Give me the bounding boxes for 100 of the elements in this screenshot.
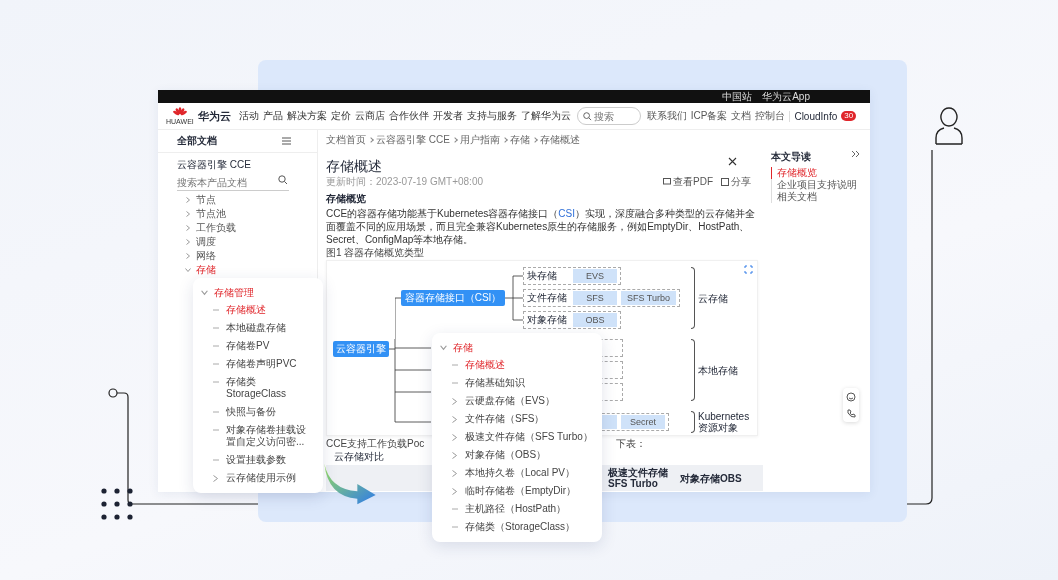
nav-link[interactable]: 文档 — [731, 109, 752, 123]
toc-title: 本文导读 — [771, 150, 811, 164]
menu-item[interactable]: 主机路径（HostPath） — [440, 500, 594, 518]
breadcrumb-link[interactable]: 存储 — [509, 133, 530, 147]
nav-item[interactable]: 支持与服务 — [466, 109, 517, 123]
dash-icon — [213, 459, 219, 461]
diagram-chip: SFS — [573, 291, 617, 305]
menu-item[interactable]: 存储基础知识 — [440, 374, 594, 392]
nav-link[interactable]: ICP备案 — [690, 109, 728, 123]
csi-link[interactable]: CSI — [558, 208, 575, 219]
diagram-chip: Secret — [621, 415, 665, 429]
petal-logo-icon — [171, 106, 188, 118]
menu-item[interactable]: 存储概述 — [201, 301, 315, 319]
dash-icon — [452, 364, 458, 366]
table-caption: 云存储对比 — [334, 451, 384, 463]
close-icon[interactable] — [728, 157, 737, 166]
fullscreen-icon[interactable] — [744, 265, 753, 274]
brace-label: 云存储 — [698, 292, 729, 304]
sidebar-item[interactable]: 网络 — [177, 248, 317, 263]
sidebar-item[interactable]: 存储 — [177, 262, 317, 277]
menu-item[interactable]: 文件存储（SFS） — [440, 410, 594, 428]
chevron-down-icon — [185, 266, 191, 273]
breadcrumb-link[interactable]: 存储概述 — [539, 133, 580, 147]
top-link[interactable]: 华为云App — [762, 90, 810, 103]
nav-item[interactable]: 合作伙伴 — [388, 109, 429, 123]
nav-item[interactable]: 解决方案 — [286, 109, 327, 123]
paragraph: CCE的容器存储功能基于Kubernetes容器存储接口（CSI）实现，深度融合多种类型的云存储并全面覆盖不同的应用场景，而且完全兼容Kubernetes原生的存储服务，例如EmptyDir、HostPath、Secret、ConfigMap等本地存储。 — [326, 207, 756, 246]
toc-item[interactable]: 存储概览 — [771, 167, 870, 179]
menu-item[interactable]: 本地持久卷（Local PV） — [440, 464, 594, 482]
menu-heading[interactable]: 存储 — [440, 339, 594, 356]
menu-item[interactable]: 本地磁盘存储 — [201, 319, 315, 337]
nav-item[interactable]: 产品 — [262, 109, 283, 123]
curved-arrow-icon — [322, 462, 378, 506]
nav-link[interactable]: 联系我们 — [646, 109, 687, 123]
chevron-down-icon — [201, 289, 208, 296]
section-heading: 存储概览 — [326, 193, 367, 205]
search-field[interactable]: 搜索 — [576, 107, 641, 125]
toc-item[interactable]: 相关文档 — [771, 191, 870, 203]
menu-heading[interactable]: 存储管理 — [201, 284, 315, 301]
sidebar-item[interactable]: 节点池 — [177, 206, 317, 221]
menu-item[interactable]: 设置挂载参数 — [201, 451, 315, 469]
brace-label: Kubernetes资源对象 — [698, 411, 751, 433]
diagram-chip: OBS — [573, 313, 617, 327]
product-title: 云容器引擎 CCE — [177, 158, 252, 172]
toc-item[interactable]: 企业项目支持说明 — [771, 179, 870, 191]
breadcrumb-link[interactable]: 文档首页 — [326, 133, 366, 147]
top-link[interactable]: 中国站 — [722, 90, 753, 103]
search-icon — [582, 112, 592, 121]
chevron-right-icon — [452, 397, 457, 405]
menu-item[interactable]: 对象存储（OBS） — [440, 446, 594, 464]
chevron-right-icon — [452, 415, 457, 423]
nav-link[interactable]: 控制台 — [755, 109, 786, 123]
nav-item[interactable]: 定价 — [330, 109, 351, 123]
article-title: 存储概述 — [326, 158, 382, 175]
search-field[interactable]: 搜索本产品文档 — [177, 175, 289, 191]
notification-badge: 30 — [841, 111, 857, 121]
document-icon — [663, 178, 671, 186]
article-action[interactable]: 查看PDF — [663, 175, 713, 189]
dash-icon — [452, 526, 458, 528]
dot-grid-icon — [100, 487, 134, 521]
menu-item[interactable]: 云存储使用示例 — [201, 469, 315, 487]
menu-item[interactable]: 快照与备份 — [201, 403, 315, 421]
article-action[interactable]: 分享 — [721, 175, 751, 189]
dash-icon — [213, 429, 219, 431]
breadcrumb-link[interactable]: 云容器引擎 CCE — [376, 133, 450, 147]
nav-item[interactable]: 开发者 — [432, 109, 463, 123]
menu-item[interactable]: 存储卷PV — [201, 337, 315, 355]
smiley-icon[interactable] — [846, 391, 856, 402]
brace-label: 本地存储 — [698, 364, 739, 376]
table-header-cell-text: 对象存储OBS — [680, 472, 743, 484]
breadcrumb-link[interactable]: 用户指南 — [459, 133, 500, 147]
diagram-node: 容器存储接口（CSI） — [401, 290, 505, 306]
dash-icon — [213, 411, 219, 413]
nav-item[interactable]: 了解华为云 — [520, 109, 571, 123]
menu-item[interactable]: 存储卷声明PVC — [201, 355, 315, 373]
menu-item[interactable]: 临时存储卷（EmptyDir） — [440, 482, 594, 500]
person-outline-icon — [932, 106, 966, 146]
user-menu[interactable]: CloudInfo — [789, 110, 838, 122]
nav-item[interactable]: 云商店 — [354, 109, 385, 123]
menu-item[interactable]: 存储概述 — [440, 356, 594, 374]
update-time: 更新时间：2023-07-19 GMT+08:00 — [326, 175, 483, 189]
group-label: 文件存储 — [527, 291, 568, 305]
sidebar-item[interactable]: 节点 — [177, 192, 317, 207]
chevron-down-icon — [440, 344, 447, 351]
body-text: 下表： — [616, 438, 646, 450]
menu-item[interactable]: 云硬盘存储（EVS） — [440, 392, 594, 410]
menu-item[interactable]: 对象存储卷挂载设置自定义访问密... — [201, 421, 315, 451]
menu-item[interactable]: 存储类（StorageClass） — [440, 518, 594, 536]
nav-item[interactable]: 活动 — [238, 109, 259, 123]
double-chevron-icon[interactable] — [851, 150, 860, 158]
menu-item[interactable]: 存储类StorageClass — [201, 373, 315, 403]
diagram-node: 云容器引擎 — [333, 341, 389, 357]
sidebar-item[interactable]: 工作负载 — [177, 220, 317, 235]
sidebar-item[interactable]: 调度 — [177, 234, 317, 249]
body-text: CCE支持工作负载Poc — [326, 438, 425, 450]
logo-text[interactable]: 华为云 — [197, 108, 231, 124]
phone-icon[interactable] — [846, 408, 856, 419]
dash-icon — [452, 382, 458, 384]
dash-icon — [452, 508, 458, 510]
menu-item[interactable]: 极速文件存储（SFS Turbo） — [440, 428, 594, 446]
